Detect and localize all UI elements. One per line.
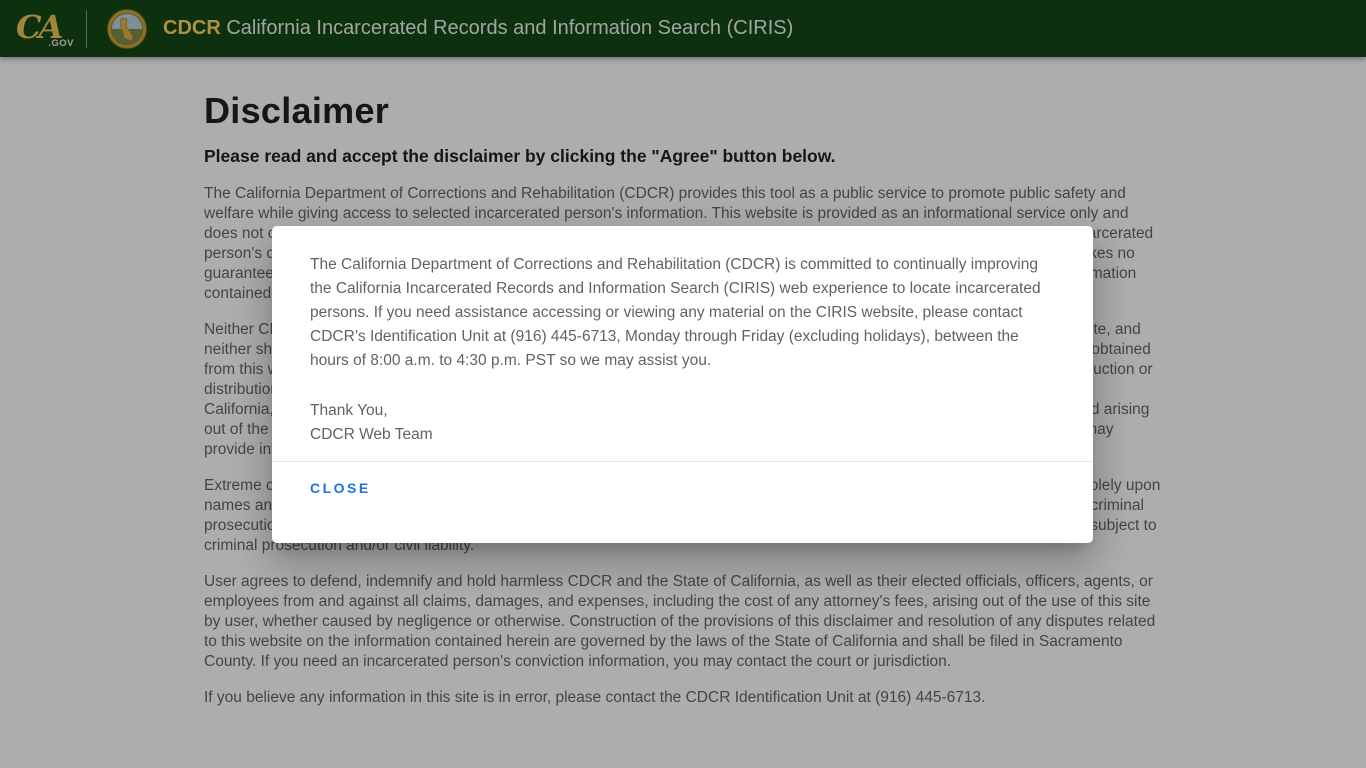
close-button[interactable]: CLOSE bbox=[310, 478, 371, 498]
accessibility-notice-dialog: The California Department of Corrections… bbox=[272, 226, 1093, 543]
dialog-signoff-line2: CDCR Web Team bbox=[310, 426, 433, 443]
dialog-actions: CLOSE bbox=[310, 462, 1055, 514]
dialog-signoff: Thank You, CDCR Web Team bbox=[310, 399, 1055, 447]
dialog-body-text: The California Department of Corrections… bbox=[310, 256, 1041, 369]
dialog-signoff-line1: Thank You, bbox=[310, 402, 388, 419]
